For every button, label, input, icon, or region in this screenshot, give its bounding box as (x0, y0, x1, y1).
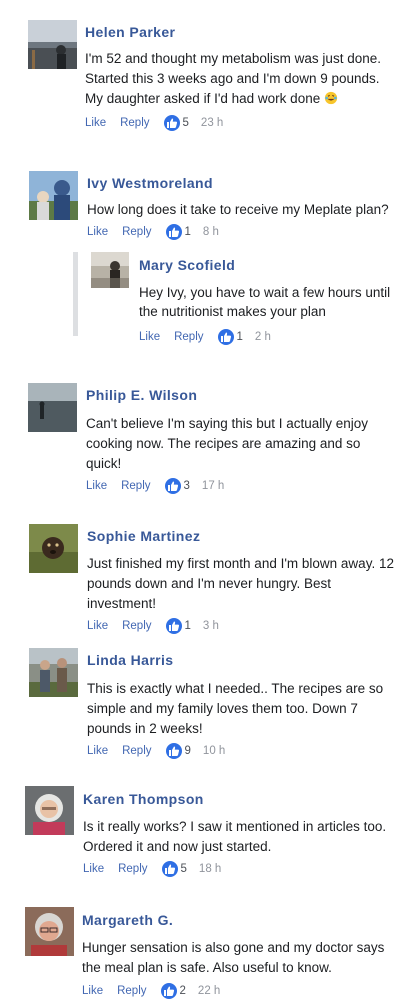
like-count: 3 (183, 480, 190, 492)
avatar[interactable] (91, 252, 129, 288)
thumbs-up-icon (165, 224, 182, 240)
timestamp[interactable]: 3 h (203, 620, 219, 632)
thumbs-up-icon (217, 329, 234, 345)
like-link[interactable]: Like (87, 745, 108, 757)
comment-text: Is it really works? I saw it mentioned i… (83, 819, 387, 854)
commenter-name[interactable]: Sophie Martinez (87, 527, 399, 545)
timestamp[interactable]: 2 h (255, 331, 271, 343)
like-link[interactable]: Like (82, 985, 103, 997)
thumbs-up-icon (163, 115, 180, 131)
avatar[interactable] (28, 20, 77, 69)
comment-text: Hey Ivy, you have to wait a few hours un… (139, 285, 391, 319)
reply-link[interactable]: Reply (122, 226, 151, 238)
comment-text: Can't believe I'm saying this but I actu… (86, 416, 369, 471)
avatar-photo (91, 252, 129, 288)
avatar[interactable] (25, 786, 74, 835)
commenter-name[interactable]: Ivy Westmoreland (87, 174, 397, 192)
commenter-name[interactable]: Margareth G. (82, 911, 400, 929)
like-count: 5 (180, 863, 187, 875)
like-link[interactable]: Like (85, 117, 106, 129)
comment-text: Hunger sensation is also gone and my doc… (82, 940, 385, 975)
reply-link[interactable]: Reply (118, 863, 147, 875)
timestamp[interactable]: 18 h (199, 863, 221, 875)
thumbs-up-icon (160, 983, 177, 999)
commenter-name[interactable]: Helen Parker (85, 23, 395, 41)
avatar-photo (25, 786, 74, 835)
comments-feed: Helen Parker I'm 52 and thought my metab… (0, 0, 412, 1000)
comment-text: How long does it take to receive my Mepl… (87, 202, 389, 217)
thumbs-up-icon (165, 618, 182, 634)
thumbs-up-icon (165, 743, 182, 759)
like-count: 2 (179, 985, 186, 997)
comment-text: Just finished my first month and I'm blo… (87, 556, 394, 611)
reply-link[interactable]: Reply (122, 620, 151, 632)
comment-actions: Like Reply 5 18 h (83, 861, 399, 877)
like-count: 1 (184, 226, 191, 238)
reply-thread-line (73, 252, 78, 336)
timestamp[interactable]: 10 h (203, 745, 225, 757)
like-count: 1 (236, 331, 243, 343)
reply-link[interactable]: Reply (117, 985, 146, 997)
laughing-tears-emoji (324, 91, 338, 105)
avatar[interactable] (25, 907, 74, 956)
timestamp[interactable]: 8 h (203, 226, 219, 238)
reply-link[interactable]: Reply (122, 745, 151, 757)
avatar-photo (29, 171, 78, 220)
comment-actions: Like Reply 1 3 h (87, 618, 399, 634)
avatar-photo (28, 383, 77, 432)
like-link[interactable]: Like (139, 331, 160, 343)
like-link[interactable]: Like (87, 620, 108, 632)
avatar[interactable] (29, 171, 78, 220)
reply-link[interactable]: Reply (120, 117, 149, 129)
commenter-name[interactable]: Mary Scofield (139, 256, 399, 274)
avatar-photo (25, 907, 74, 956)
like-count: 1 (184, 620, 191, 632)
avatar[interactable] (28, 383, 77, 432)
avatar[interactable] (29, 648, 78, 697)
comment-actions: Like Reply 5 23 h (85, 115, 395, 131)
timestamp[interactable]: 23 h (201, 117, 223, 129)
commenter-name[interactable]: Philip E. Wilson (86, 386, 396, 404)
thumbs-up-icon (164, 478, 181, 494)
avatar-photo (29, 524, 78, 573)
like-link[interactable]: Like (86, 480, 107, 492)
comment-actions: Like Reply 2 22 h (82, 983, 400, 999)
avatar[interactable] (29, 524, 78, 573)
thumbs-up-icon (161, 861, 178, 877)
like-link[interactable]: Like (83, 863, 104, 875)
comment-actions: Like Reply 9 10 h (87, 743, 399, 759)
avatar-photo (28, 20, 77, 69)
comment-actions: Like Reply 3 17 h (86, 478, 396, 494)
commenter-name[interactable]: Linda Harris (87, 651, 399, 669)
like-link[interactable]: Like (87, 226, 108, 238)
reply-link[interactable]: Reply (174, 331, 203, 343)
timestamp[interactable]: 22 h (198, 985, 220, 997)
comment-actions: Like Reply 1 2 h (139, 329, 399, 345)
reply-link[interactable]: Reply (121, 480, 150, 492)
like-count: 9 (184, 745, 191, 757)
comment-text: I'm 52 and thought my metabolism was jus… (85, 51, 381, 106)
comment-text: This is exactly what I needed.. The reci… (87, 681, 384, 736)
like-count: 5 (182, 117, 189, 129)
timestamp[interactable]: 17 h (202, 480, 224, 492)
comment-actions: Like Reply 1 8 h (87, 224, 397, 240)
avatar-photo (29, 648, 78, 697)
commenter-name[interactable]: Karen Thompson (83, 790, 399, 808)
